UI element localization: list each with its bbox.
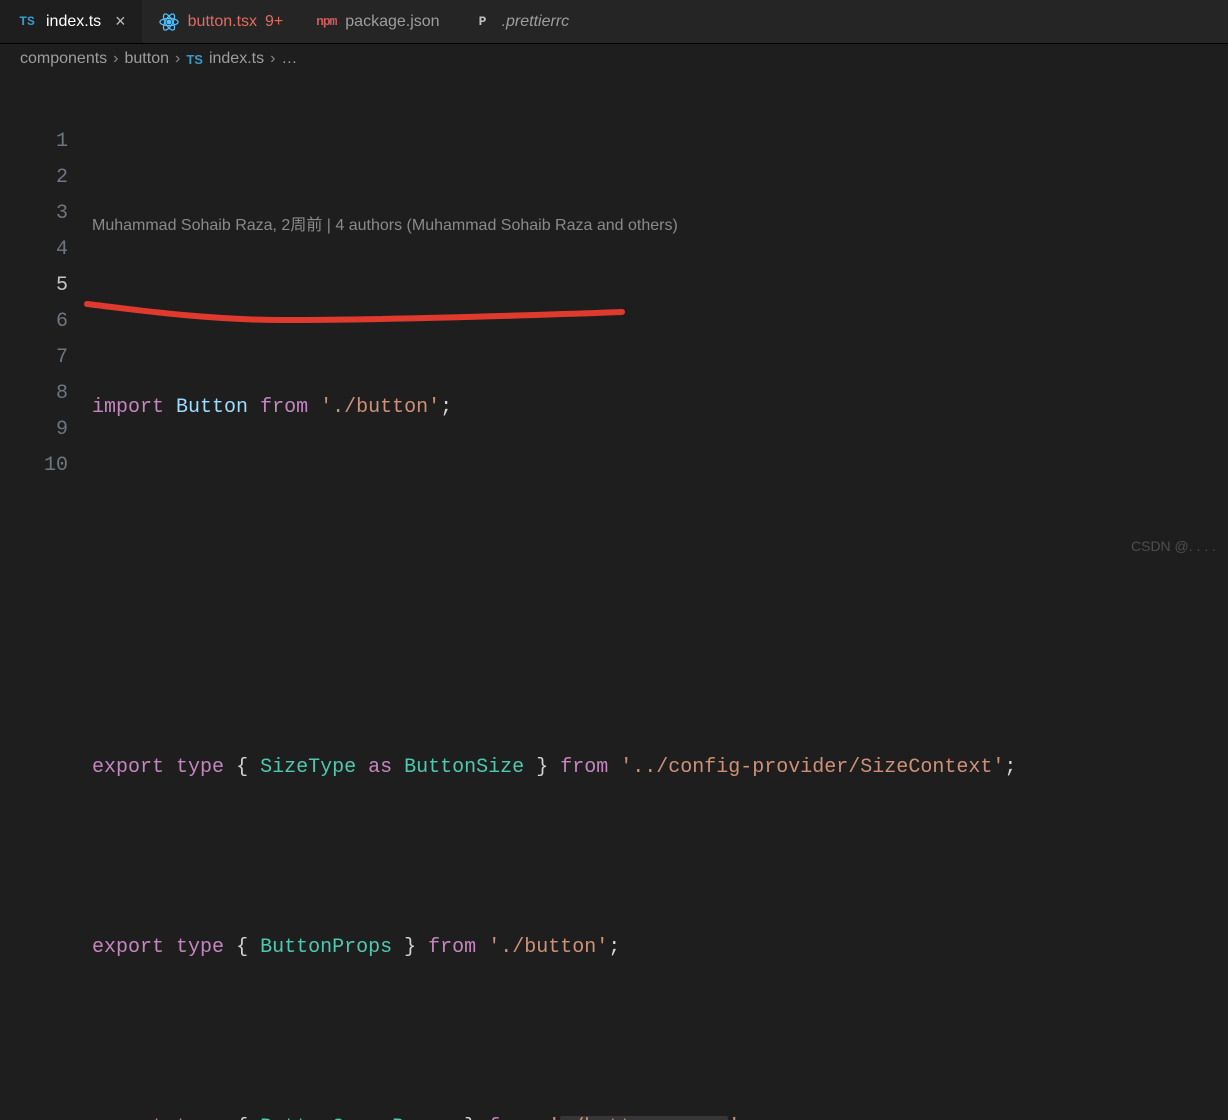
token-identifier: Button [176,396,248,419]
breadcrumb[interactable]: components › button › TS index.ts › … [0,44,1228,76]
token-semi: ; [608,936,620,959]
token-brace: { [236,756,248,779]
token-brace: { [236,1116,248,1120]
token-brace: { [236,936,248,959]
chevron-right-icon: › [270,50,275,68]
token-keyword: from [488,1116,536,1120]
breadcrumb-segment[interactable]: components [20,50,107,68]
tab-bar: TS index.ts × button.tsx 9+ npm package.… [0,0,1228,44]
line-number-current: 5 [0,268,68,304]
breadcrumb-tail[interactable]: … [281,50,297,68]
token-string: './button-group' [548,1116,740,1120]
chevron-right-icon: › [175,50,180,68]
token-keyword: type [176,936,224,959]
line-number: 10 [0,448,68,484]
npm-file-icon: npm [315,11,337,33]
diff-badge: 9+ [265,13,283,31]
ts-file-icon: TS [16,11,38,33]
token-brace: } [536,756,548,779]
codelens-authors[interactable]: Muhammad Sohaib Raza, 2周前 | 4 authors (M… [92,208,1228,244]
token-type: ButtonSize [404,756,524,779]
editor-pane[interactable]: 1 2 3 4 5 6 7 8 9 10 Muhammad Sohaib Raz… [0,76,1228,1120]
code-line[interactable]: import Button from './button'; [92,390,1228,426]
line-number: 1 [0,124,68,160]
token-brace: } [464,1116,476,1120]
code-line[interactable] [92,570,1228,606]
breadcrumb-segment[interactable]: index.ts [209,50,264,68]
line-number: 3 [0,196,68,232]
tab-package-json[interactable]: npm package.json [299,0,455,43]
token-keyword: type [176,756,224,779]
line-number: 4 [0,232,68,268]
token-keyword: as [368,756,392,779]
tab-label: .prettierrc [502,13,570,31]
close-icon[interactable]: × [115,11,126,32]
tab-label: package.json [345,13,439,31]
line-number: 9 [0,412,68,448]
token-semi: ; [740,1116,752,1120]
watermark: CSDN @. . . . [1131,538,1216,554]
tab-label: index.ts [46,13,101,31]
line-number-gutter: 1 2 3 4 5 6 7 8 9 10 [0,100,92,1120]
annotation-underline [82,298,642,328]
token-keyword: from [260,396,308,419]
code-line[interactable]: export type { SizeType as ButtonSize } f… [92,750,1228,786]
token-keyword: type [176,1116,224,1120]
tab-label: button.tsx [188,13,257,31]
chevron-right-icon: › [113,50,118,68]
token-keyword: from [428,936,476,959]
tab-button-tsx[interactable]: button.tsx 9+ [142,0,300,43]
line-number: 8 [0,376,68,412]
breadcrumb-segment[interactable]: button [125,50,169,68]
tab-index-ts[interactable]: TS index.ts × [0,0,142,43]
token-keyword: export [92,1116,164,1120]
token-string: '../config-provider/SizeContext' [620,756,1004,779]
token-string: './button' [320,396,440,419]
code-area[interactable]: Muhammad Sohaib Raza, 2周前 | 4 authors (M… [92,100,1228,1120]
token-semi: ; [440,396,452,419]
token-type: ButtonProps [260,936,392,959]
token-keyword: import [92,396,164,419]
prettier-file-icon: P [472,11,494,33]
code-line[interactable]: export type { ButtonProps } from './butt… [92,930,1228,966]
token-keyword: from [560,756,608,779]
token-type: SizeType [260,756,356,779]
line-number: 6 [0,304,68,340]
code-line-current[interactable]: export type { ButtonGroupProps } from '.… [92,1110,1228,1120]
tab-prettierrc[interactable]: P .prettierrc [456,0,586,43]
line-number: 7 [0,340,68,376]
gitlens-blame[interactable]: 二货爱吃白萝卜，3个月 [962,1112,1152,1120]
token-keyword: export [92,756,164,779]
ts-file-icon: TS [186,52,203,67]
token-semi: ; [1004,756,1016,779]
token-brace: } [404,936,416,959]
token-keyword: export [92,936,164,959]
react-file-icon [158,11,180,33]
token-string: './button' [488,936,608,959]
line-number: 2 [0,160,68,196]
token-type: ButtonGroupProps [260,1116,452,1120]
symbol-reference-highlight: ./button-group [560,1116,728,1120]
